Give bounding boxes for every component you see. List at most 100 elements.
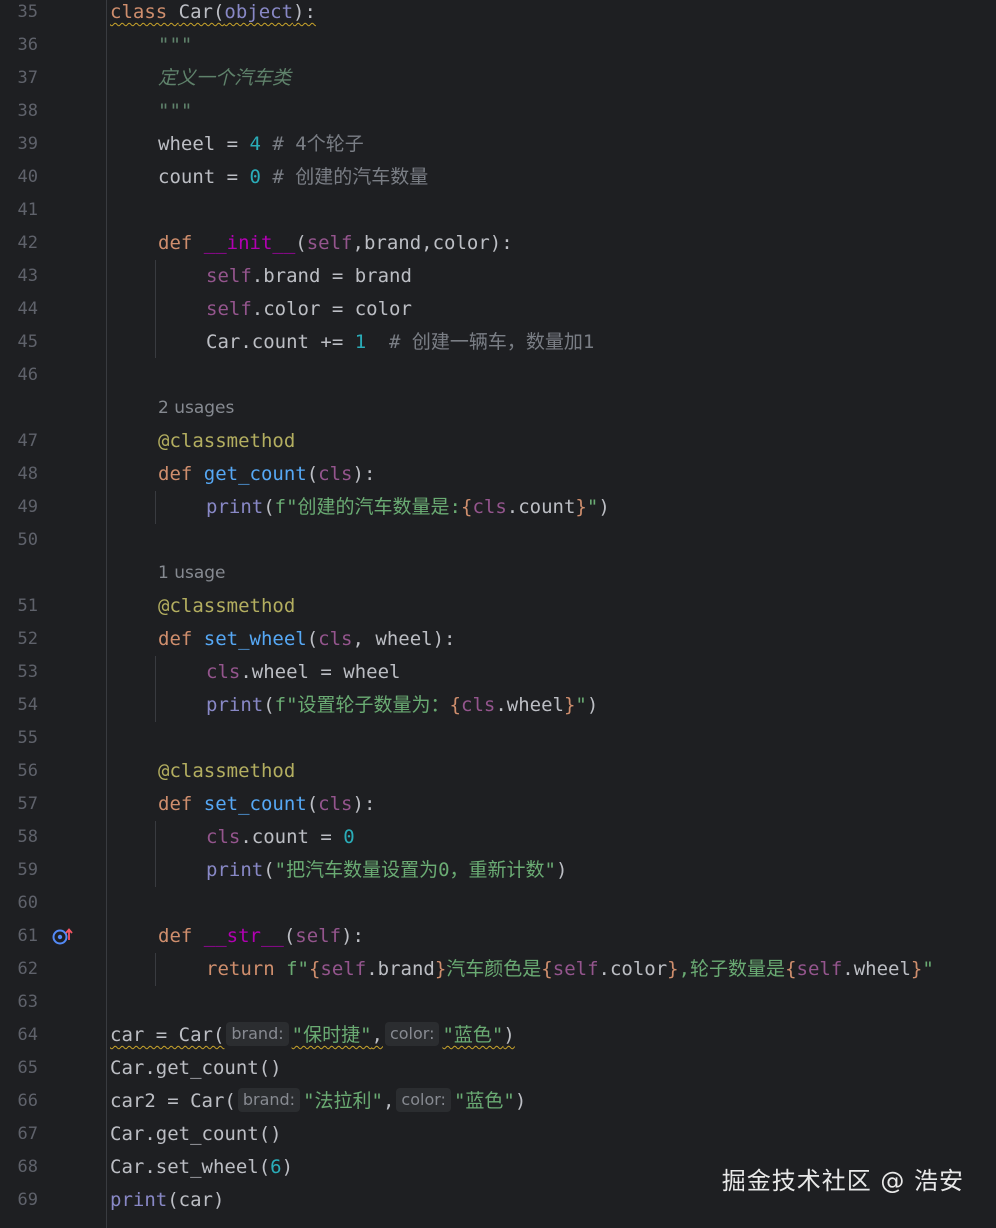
code-token: @classmethod	[158, 760, 296, 782]
code-token: .count	[506, 496, 576, 518]
code-line[interactable]: 63	[0, 986, 996, 1019]
code-line[interactable]: 48 def get_count(cls):	[0, 458, 996, 491]
usages-inlay-hint[interactable]: 1 usage	[158, 557, 226, 590]
override-method-icon[interactable]	[52, 926, 74, 946]
code-token: def	[158, 628, 204, 650]
code-token: .color = color	[251, 298, 412, 320]
code-token: .wheel	[842, 958, 911, 980]
code-token: ):	[341, 925, 364, 947]
code-line[interactable]: 65 Car.get_count()	[0, 1052, 996, 1085]
code-editor[interactable]: 35 class Car(object): 36 """ 37 定义一个汽车类 38 """ 3…	[0, 0, 996, 1228]
code-line[interactable]: 46	[0, 359, 996, 392]
code-token: Car.get_count()	[110, 1123, 282, 1145]
code-line[interactable]: 52 def set_wheel(cls, wheel):	[0, 623, 996, 656]
code-line[interactable]: 42 def __init__(self,brand,color):	[0, 227, 996, 260]
code-token: print	[206, 694, 264, 716]
code-text: 定义一个汽车类	[158, 62, 291, 95]
code-token: .wheel	[495, 694, 564, 716]
line-number: 35	[17, 2, 38, 22]
code-line[interactable]: 58 cls.count = 0	[0, 821, 996, 854]
code-line[interactable]: 39 wheel = 4 # 4个轮子	[0, 128, 996, 161]
code-line[interactable]: 55	[0, 722, 996, 755]
code-text: def __init__(self,brand,color):	[158, 227, 513, 260]
code-token: .brand = brand	[251, 265, 412, 287]
code-token: .color	[598, 958, 668, 980]
code-line[interactable]: 43 self.brand = brand	[0, 260, 996, 293]
code-line[interactable]: 54 print(f"设置轮子数量为：{cls.wheel}")	[0, 689, 996, 722]
line-number: 62	[17, 959, 38, 979]
code-line[interactable]: 49 print(f"创建的汽车数量是:{cls.count}")	[0, 491, 996, 524]
code-line[interactable]: 61 def __str__(self):	[0, 920, 996, 953]
code-line[interactable]: 51 @classmethod	[0, 590, 996, 623]
parameter-name-hint: color:	[396, 1088, 451, 1112]
code-text: car = Car(brand: "保时捷", color: "蓝色")	[110, 1019, 515, 1052]
code-token: f"设置轮子数量为：	[274, 694, 450, 716]
line-number: 49	[17, 497, 38, 517]
code-token: cls	[318, 793, 353, 815]
code-line[interactable]: 59 print("把汽车数量设置为0，重新计数")	[0, 854, 996, 887]
code-line[interactable]: 35 class Car(object):	[0, 0, 996, 29]
code-token: }	[575, 496, 587, 518]
code-token: self	[206, 298, 252, 320]
code-token: {	[541, 958, 553, 980]
code-token: print	[206, 859, 264, 881]
code-token: """	[158, 34, 193, 56]
code-token: self	[295, 925, 342, 947]
code-token: }	[563, 694, 576, 716]
code-line[interactable]: 67 Car.get_count()	[0, 1118, 996, 1151]
code-line[interactable]: 45 Car.count += 1 # 创建一辆车，数量加1	[0, 326, 996, 359]
usages-inlay-hint[interactable]: 2 usages	[158, 392, 234, 425]
usage-hint-row: 1 usage	[0, 557, 996, 590]
code-text: print(f"创建的汽车数量是:{cls.count}")	[206, 491, 610, 524]
code-line[interactable]: 37 定义一个汽车类	[0, 62, 996, 95]
code-text: class Car(object):	[110, 0, 316, 29]
code-token: Car(	[178, 1, 225, 23]
code-line[interactable]: 57 def set_count(cls):	[0, 788, 996, 821]
code-line[interactable]: 41	[0, 194, 996, 227]
code-token: # 创建的汽车数量	[260, 166, 429, 188]
code-token: self	[552, 958, 599, 980]
code-line[interactable]: 66 car2 = Car(brand: "法拉利", color: "蓝色")	[0, 1085, 996, 1118]
code-token: )	[514, 1090, 527, 1112]
line-number: 46	[17, 365, 38, 385]
code-token: __init__	[203, 232, 296, 254]
code-token: class	[110, 1, 179, 23]
code-token: wheel =	[158, 133, 250, 155]
code-token: .wheel = wheel	[240, 661, 401, 683]
code-token: ):	[352, 793, 376, 815]
code-line[interactable]: 44 self.color = color	[0, 293, 996, 326]
code-token: self	[320, 958, 367, 980]
code-text: self.color = color	[206, 293, 412, 326]
code-token: cls	[206, 826, 241, 848]
line-number: 44	[17, 299, 38, 319]
code-token: )	[598, 496, 610, 518]
line-number: 52	[17, 629, 38, 649]
code-token: print	[206, 496, 264, 518]
code-token: def	[158, 463, 204, 485]
line-number: 40	[17, 167, 38, 187]
code-line[interactable]: 56 @classmethod	[0, 755, 996, 788]
line-number: 56	[17, 761, 38, 781]
code-token: (	[306, 463, 319, 485]
code-line[interactable]: 64 car = Car(brand: "保时捷", color: "蓝色")	[0, 1019, 996, 1052]
code-line[interactable]: 53 cls.wheel = wheel	[0, 656, 996, 689]
line-number: 59	[17, 860, 38, 880]
code-token: get_count	[203, 463, 307, 485]
line-number: 36	[17, 35, 38, 55]
code-line[interactable]: 60	[0, 887, 996, 920]
code-token: Car.set_wheel(	[110, 1156, 271, 1178]
code-token: .count =	[240, 826, 344, 848]
code-line[interactable]: 40 count = 0 # 创建的汽车数量	[0, 161, 996, 194]
code-line[interactable]: 47 @classmethod	[0, 425, 996, 458]
line-number: 43	[17, 266, 38, 286]
code-line[interactable]: 50	[0, 524, 996, 557]
code-token: set_count	[203, 793, 307, 815]
code-token: "	[586, 496, 599, 518]
code-line[interactable]: 62 return f"{self.brand}汽车颜色是{self.color}…	[0, 953, 996, 986]
code-line[interactable]: 36 """	[0, 29, 996, 62]
code-line[interactable]: 38 """	[0, 95, 996, 128]
code-text: @classmethod	[158, 425, 295, 458]
code-token: count =	[158, 166, 250, 188]
parameter-name-hint: color:	[384, 1022, 440, 1046]
code-token: }	[434, 958, 447, 980]
